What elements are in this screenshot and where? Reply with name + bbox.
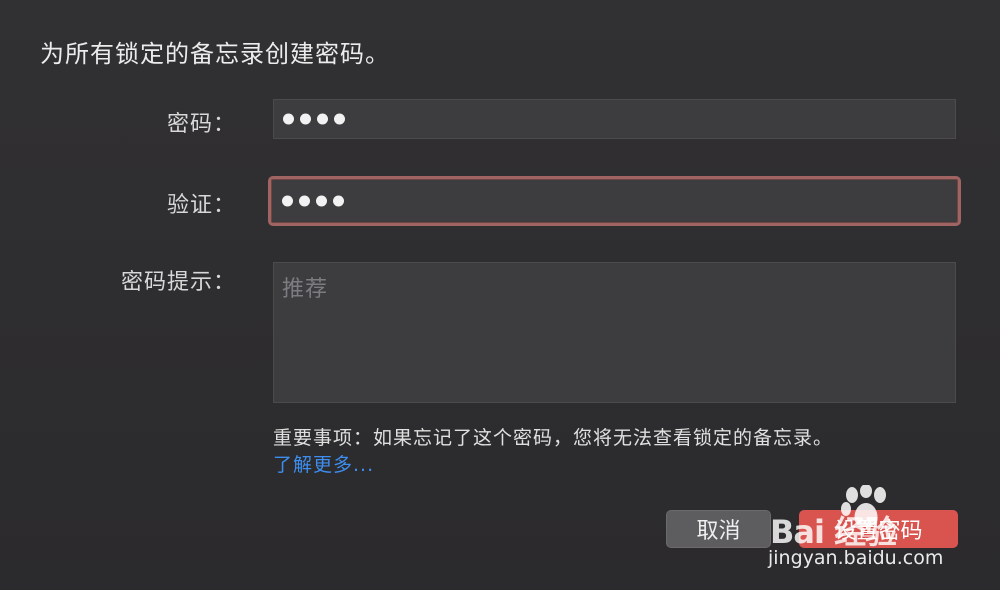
dialog-title: 为所有锁定的备忘录创建密码。 [40, 40, 390, 68]
password-label: 密码： [166, 112, 236, 137]
password-hint-field[interactable]: 推荐 [273, 262, 956, 403]
password-mask [283, 113, 345, 125]
important-notice: 重要事项：如果忘记了这个密码，您将无法查看锁定的备忘录。 [273, 427, 834, 449]
baidu-url: jingyan.baidu.com [768, 547, 944, 569]
verify-dot [299, 195, 310, 207]
verify-dot [282, 195, 293, 207]
password-dot [334, 113, 345, 125]
create-password-dialog: 为所有锁定的备忘录创建密码。 密码： 验证： 密码提示： 推荐 重要事项：如果忘… [0, 0, 1000, 590]
verify-label: 验证： [166, 193, 236, 218]
password-dot [317, 113, 328, 125]
verify-field[interactable] [268, 176, 961, 226]
password-hint-placeholder: 推荐 [282, 277, 329, 302]
learn-more-link[interactable]: 了解更多... [273, 450, 374, 477]
password-field[interactable] [273, 99, 956, 139]
verify-mask [282, 195, 344, 207]
verify-dot [316, 195, 327, 207]
password-hint-label: 密码提示： [120, 270, 236, 295]
set-password-button[interactable]: 设置密码 [799, 510, 958, 548]
password-dot [283, 113, 294, 125]
cancel-button[interactable]: 取消 [666, 510, 771, 548]
verify-dot [333, 195, 344, 207]
password-dot [300, 113, 311, 125]
